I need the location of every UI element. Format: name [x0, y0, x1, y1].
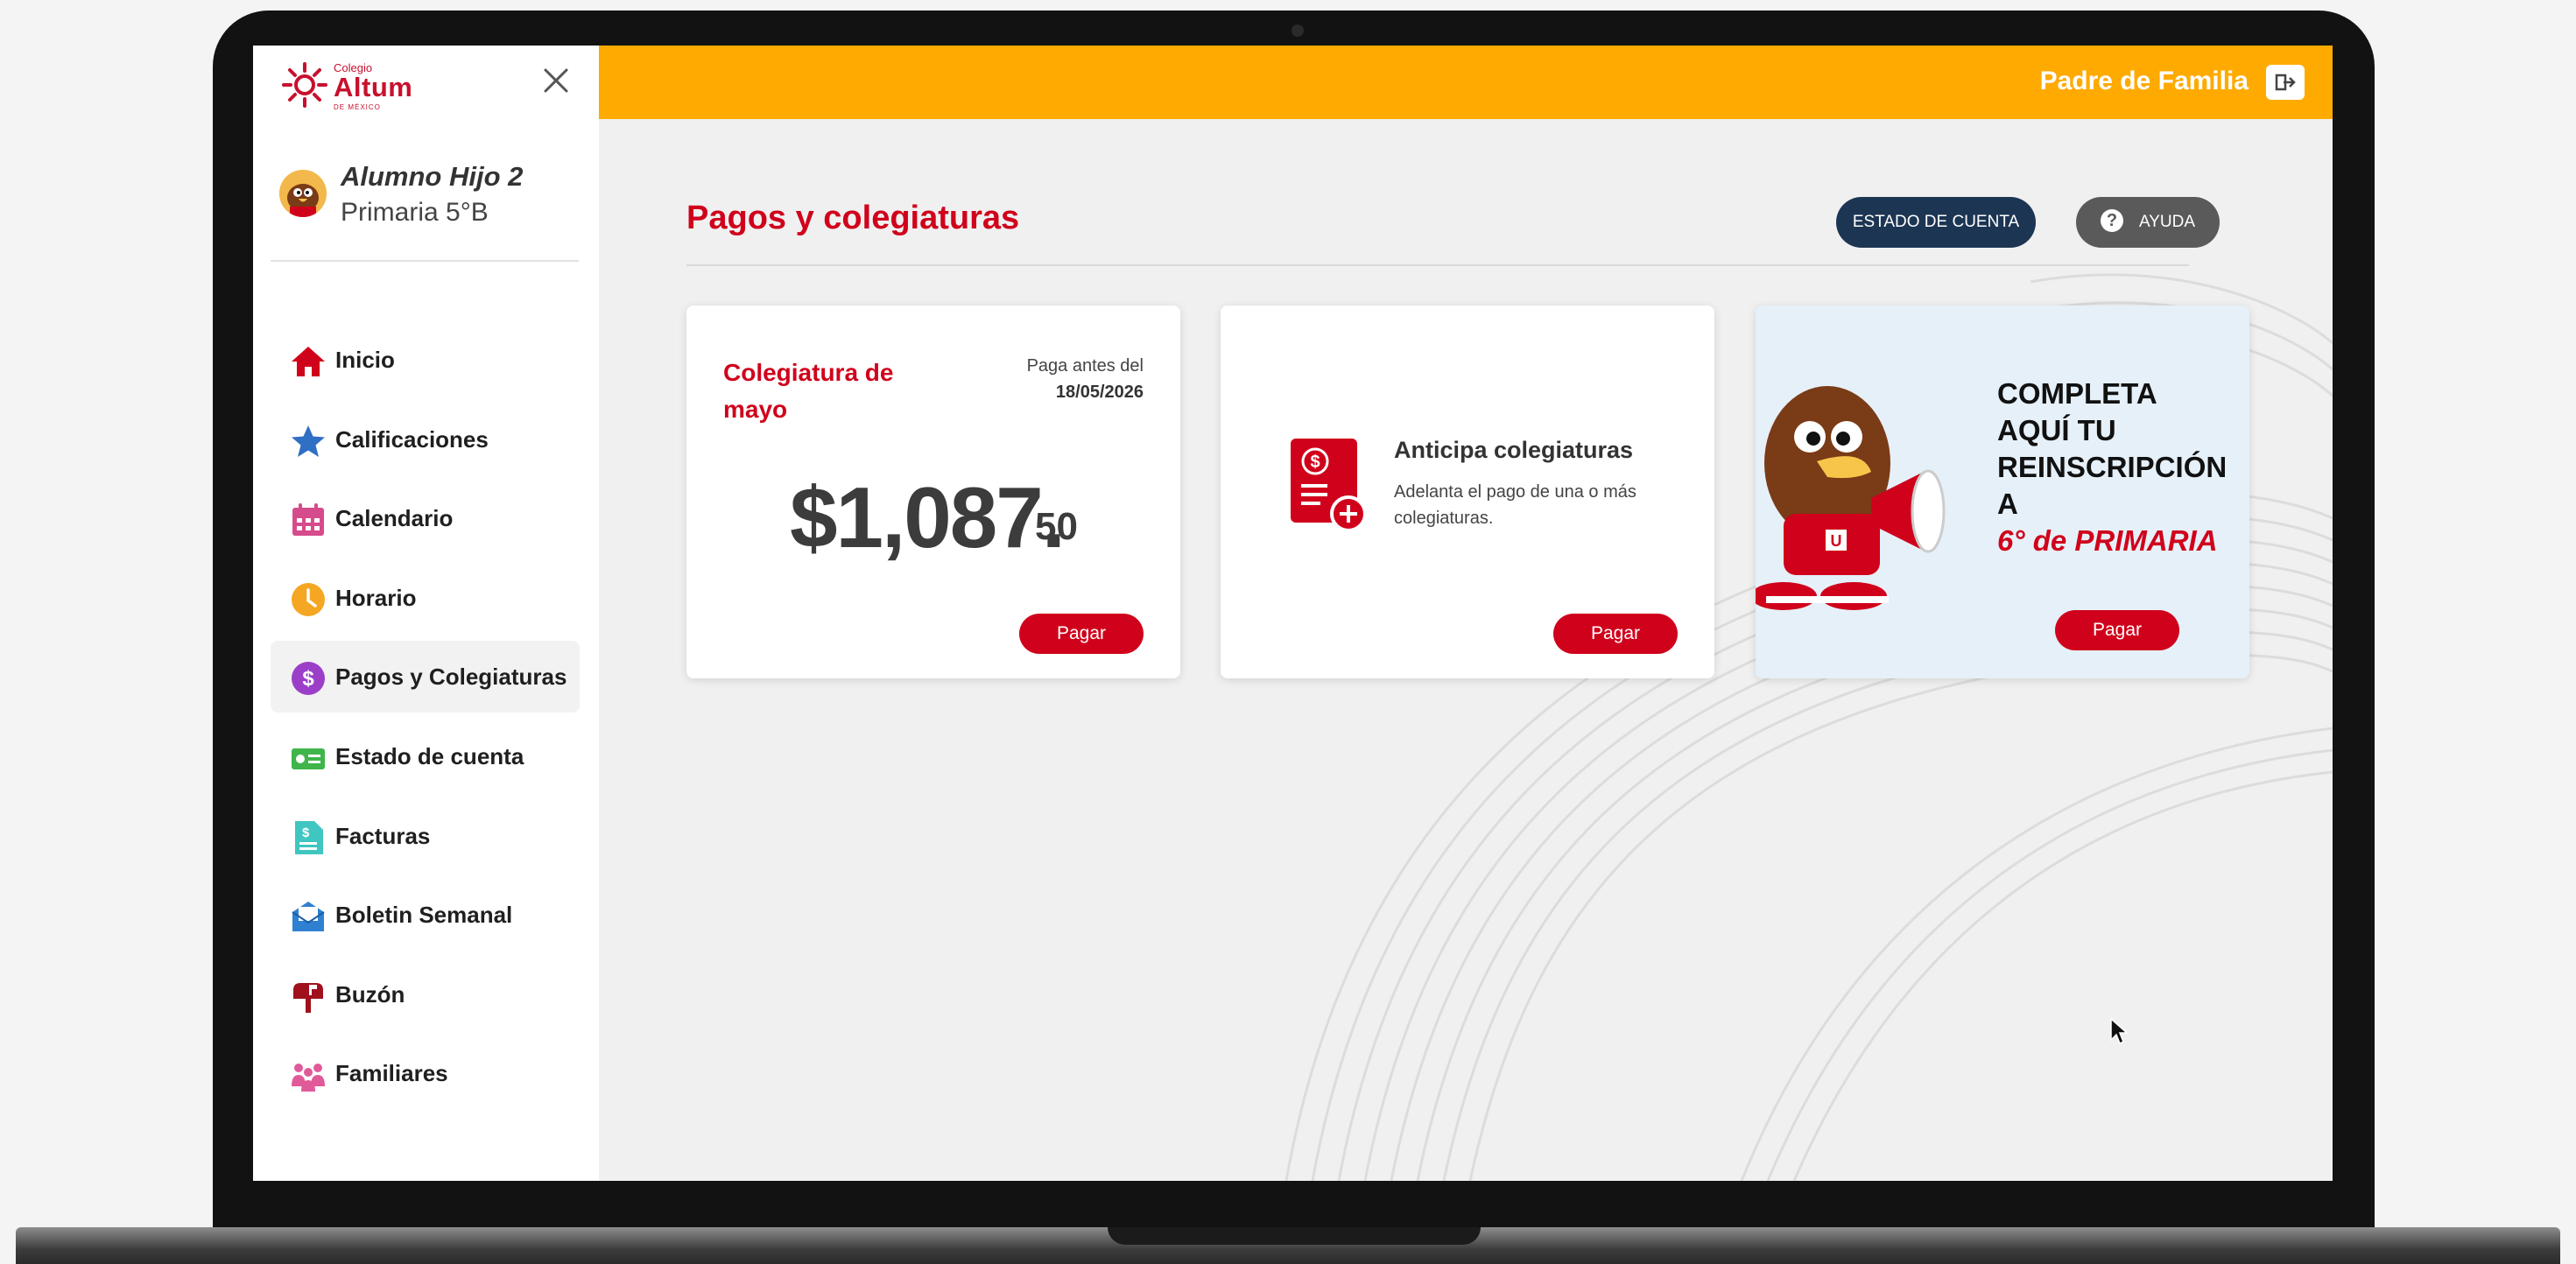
sidebar-item-estado-de-cuenta[interactable]: Estado de cuenta: [271, 720, 580, 792]
sidebar-item-calendario[interactable]: Calendario: [271, 482, 580, 554]
logo-sun-icon: [282, 62, 327, 108]
close-icon[interactable]: [538, 63, 574, 98]
sidebar-item-horario[interactable]: Horario: [271, 562, 580, 634]
amount-main: $1,087.: [790, 469, 1066, 565]
title-divider: [686, 264, 2189, 266]
anticipa-description: Adelanta el pago de una o más colegiatur…: [1394, 482, 1636, 528]
pagar-reinscripcion-button[interactable]: Pagar: [2055, 610, 2179, 650]
colegiatura-title: Colegiatura de mayo: [723, 359, 894, 423]
sidebar-item-inicio[interactable]: Inicio: [271, 324, 580, 396]
mouse-cursor-icon: [2110, 1017, 2129, 1045]
student-grade: Primaria 5°B: [341, 198, 489, 227]
camera-icon: [1292, 25, 1304, 37]
mailbox-icon: [293, 982, 323, 1013]
sidebar-item-label: Calificaciones: [335, 425, 489, 453]
sidebar-item-calificaciones[interactable]: Calificaciones: [271, 404, 580, 475]
family-icon: [292, 1064, 325, 1092]
sidebar-item-buzon[interactable]: Buzón: [271, 959, 580, 1030]
svg-text:U: U: [1831, 532, 1842, 550]
student-name: Alumno Hijo 2: [341, 161, 524, 192]
anticipa-title: Anticipa colegiaturas: [1394, 437, 1634, 463]
sidebar-item-label: Estado de cuenta: [335, 742, 524, 769]
svg-text:$: $: [1310, 453, 1320, 472]
account-card-icon: [292, 748, 325, 769]
eagle-avatar-icon: [279, 170, 327, 217]
avatar: [279, 170, 327, 217]
logo-name: Altum: [334, 72, 413, 102]
estado-button-label: ESTADO DE CUENTA: [1852, 213, 2020, 231]
student-profile[interactable]: Alumno Hijo 2 Primaria 5°B: [279, 161, 577, 240]
sidebar-item-familiares[interactable]: Familiares: [271, 1037, 580, 1109]
star-icon: [292, 425, 325, 457]
svg-text:$: $: [302, 825, 310, 840]
pagar-anticipa-button[interactable]: Pagar: [1553, 614, 1678, 654]
home-icon: [292, 347, 325, 376]
top-bar: Padre de Familia: [599, 46, 2333, 119]
help-icon: ?: [2100, 208, 2123, 232]
sidebar-item-label: Buzón: [335, 980, 405, 1008]
sidebar-item-pagos[interactable]: $ Pagos y Colegiaturas: [271, 641, 580, 713]
invoice-icon: $: [295, 820, 323, 854]
sidebar-item-label: Facturas: [335, 822, 431, 849]
app-screen: Colegio Altum DE MÉXICO Alumno Hijo 2 Pr…: [253, 46, 2333, 1181]
colegiatura-card: Colegiatura de mayo Paga antes del 18/05…: [686, 305, 1180, 678]
sidebar-item-label: Familiares: [335, 1060, 448, 1087]
due-date: 18/05/2026: [1055, 383, 1144, 402]
due-label: Paga antes del: [1026, 356, 1144, 376]
newsletter-icon: [292, 902, 325, 932]
eagle-mascot-megaphone-icon: U: [1756, 386, 1946, 610]
ayuda-button-label: AYUDA: [2138, 213, 2196, 231]
sidebar-item-boletin[interactable]: Boletin Semanal: [271, 879, 580, 951]
sidebar-nav: Inicio Calificaciones Calendario Horario…: [271, 324, 580, 1117]
sidebar-divider: [271, 260, 579, 262]
amount-cents: 50: [1035, 505, 1078, 548]
sidebar-item-label: Horario: [335, 584, 417, 611]
sidebar-item-label: Pagos y Colegiaturas: [335, 664, 567, 691]
school-logo[interactable]: Colegio Altum DE MÉXICO: [281, 58, 421, 111]
pagar-colegiatura-button[interactable]: Pagar: [1019, 614, 1144, 654]
dollar-icon: $: [292, 662, 325, 696]
user-role-label: Padre de Familia: [2039, 67, 2249, 95]
sidebar-item-facturas[interactable]: $ Facturas: [271, 800, 580, 872]
estado-de-cuenta-button[interactable]: ESTADO DE CUENTA: [1836, 197, 2036, 248]
logo-subtext: DE MÉXICO: [334, 103, 381, 111]
ayuda-button[interactable]: ? AYUDA: [2076, 197, 2220, 248]
invoice-plus-icon: $: [1291, 439, 1367, 532]
reinscripcion-text: COMPLETA AQUÍ TU REINSCRIPCIÓN A: [1997, 377, 2228, 520]
clock-icon: [292, 582, 325, 616]
sidebar-item-label: Boletin Semanal: [335, 902, 513, 929]
reinscripcion-card: U COMPLETA AQUÍ TU REINSCRIPCIÓN A 6° de…: [1756, 305, 2249, 678]
reinscripcion-highlight: 6° de PRIMARIA: [1997, 524, 2218, 557]
anticipa-card: $ Anticipa colegiaturas Adelanta el pago…: [1221, 305, 1714, 678]
calendar-icon: [292, 503, 324, 537]
logout-button[interactable]: [2266, 65, 2305, 100]
svg-text:$: $: [302, 667, 314, 691]
logout-icon: [2275, 74, 2296, 91]
sidebar-item-label: Inicio: [335, 347, 395, 373]
sidebar-item-label: Calendario: [335, 505, 454, 532]
page-title: Pagos y colegiaturas: [686, 200, 1020, 236]
laptop-notch: [1108, 1227, 1481, 1245]
sidebar: Colegio Altum DE MÉXICO Alumno Hijo 2 Pr…: [253, 46, 599, 1181]
